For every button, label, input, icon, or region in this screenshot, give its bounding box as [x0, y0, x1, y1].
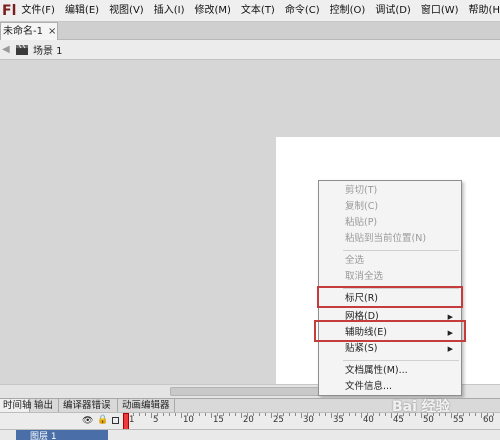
scene-clapper-icon: [16, 44, 28, 55]
tab-motion-editor[interactable]: 动画编辑器: [119, 399, 175, 413]
close-icon[interactable]: ×: [48, 24, 56, 40]
menu-item-deselect-all[interactable]: 取消全选: [319, 269, 461, 285]
menu-help[interactable]: 帮助(H): [464, 0, 500, 22]
menu-separator: [343, 250, 459, 251]
eye-icon[interactable]: 👁: [82, 416, 93, 426]
ruler-tick: [349, 413, 350, 416]
menu-item-document-properties[interactable]: 文档属性(M)...: [319, 363, 461, 379]
ruler-tick: [181, 413, 182, 418]
ruler-frame-label: 50: [423, 415, 434, 425]
menu-separator: [343, 360, 459, 361]
ruler-frame-label: 30: [303, 415, 314, 425]
menu-view[interactable]: 视图(V): [104, 0, 149, 22]
ruler-tick: [211, 413, 212, 418]
ruler-frame-label: 10: [183, 415, 194, 425]
ruler-tick: [451, 413, 452, 418]
ruler-frame-label: 15: [213, 415, 224, 425]
menu-item-select-all[interactable]: 全选: [319, 253, 461, 269]
menu-file[interactable]: 文件(F): [16, 0, 60, 22]
ruler-tick: [169, 413, 170, 416]
menu-text[interactable]: 文本(T): [236, 0, 280, 22]
ruler-tick: [379, 413, 380, 416]
menu-item-paste[interactable]: 粘贴(P): [319, 215, 461, 231]
ruler-tick: [361, 413, 362, 418]
ruler-tick: [469, 413, 470, 416]
ruler-frame-label: 35: [333, 415, 344, 425]
ruler-tick: [139, 413, 140, 416]
menu-item-file-info[interactable]: 文件信息...: [319, 379, 461, 395]
ruler-tick: [175, 413, 176, 416]
ruler-tick: [151, 413, 152, 418]
ruler-tick: [199, 413, 200, 416]
ruler-frame-label: 40: [363, 415, 374, 425]
highlight-box-rulers: [317, 286, 463, 308]
ruler-tick: [355, 413, 356, 416]
scrollbar-thumb[interactable]: [170, 387, 320, 396]
lock-icon[interactable]: 🔒: [97, 415, 108, 425]
ruler-tick: [271, 413, 272, 418]
ruler-tick: [331, 413, 332, 418]
menu-item-snapping[interactable]: 贴紧(S) ▶: [319, 341, 461, 357]
edit-bar: ◀ 场景 1: [0, 40, 500, 60]
menu-item-copy[interactable]: 复制(C): [319, 199, 461, 215]
ruler-tick: [145, 413, 146, 416]
ruler-tick: [475, 413, 476, 416]
menu-bar: Fl 文件(F) 编辑(E) 视图(V) 插入(I) 修改(M) 文本(T) 命…: [0, 0, 500, 22]
ruler-frame-label: 5: [153, 415, 159, 425]
menu-item-paste-in-place[interactable]: 粘贴到当前位置(N): [319, 231, 461, 247]
ruler-tick: [235, 413, 236, 416]
ruler-frame-label: 25: [273, 415, 284, 425]
ruler-frame-label: 55: [453, 415, 464, 425]
ruler-tick: [259, 413, 260, 416]
outline-icon[interactable]: [112, 417, 119, 424]
document-tab-title: 未命名-1: [3, 25, 43, 37]
ruler-frame-label: 1: [129, 415, 135, 425]
watermark: Bai 经验: [392, 399, 450, 415]
menu-debug[interactable]: 调试(D): [370, 0, 416, 22]
menu-item-snapping-label: 贴紧(S): [345, 343, 378, 354]
menu-window[interactable]: 窗口(W): [416, 0, 464, 22]
ruler-tick: [301, 413, 302, 418]
menu-commands[interactable]: 命令(C): [280, 0, 325, 22]
ruler-frame-label: 20: [243, 415, 254, 425]
menu-insert[interactable]: 插入(I): [149, 0, 190, 22]
menu-edit[interactable]: 编辑(E): [60, 0, 104, 22]
ruler-frame-label: 60: [483, 415, 494, 425]
tab-compiler-errors[interactable]: 编译器错误: [60, 399, 118, 413]
highlight-box-guides: [314, 320, 466, 342]
ruler-tick: [229, 413, 230, 416]
flash-logo: Fl: [2, 2, 17, 19]
tab-timeline[interactable]: 时间轴: [0, 399, 32, 413]
ruler-tick: [163, 413, 164, 416]
menu-control[interactable]: 控制(O): [325, 0, 371, 22]
ruler-frame-label: 45: [393, 415, 404, 425]
ruler-tick: [205, 413, 206, 416]
ruler-tick: [319, 413, 320, 416]
ruler-tick: [481, 413, 482, 418]
ruler-tick: [295, 413, 296, 416]
ruler-tick: [385, 413, 386, 416]
menu-item-cut[interactable]: 剪切(T): [319, 183, 461, 199]
tab-output[interactable]: 输出: [31, 399, 59, 413]
document-tab-bar: 未命名-1 ×: [0, 22, 500, 40]
ruler-tick: [241, 413, 242, 418]
ruler-tick: [325, 413, 326, 416]
layer-name[interactable]: 图层 1: [30, 429, 57, 440]
ruler-tick: [289, 413, 290, 416]
back-arrow-icon[interactable]: ◀: [0, 44, 14, 55]
scene-label[interactable]: 场景 1: [33, 42, 63, 57]
menu-modify[interactable]: 修改(M): [189, 0, 235, 22]
submenu-arrow-icon: ▶: [447, 345, 453, 353]
document-tab[interactable]: 未命名-1 ×: [0, 22, 58, 40]
ruler-tick: [265, 413, 266, 416]
layer-row[interactable]: 图层 1: [0, 429, 500, 440]
